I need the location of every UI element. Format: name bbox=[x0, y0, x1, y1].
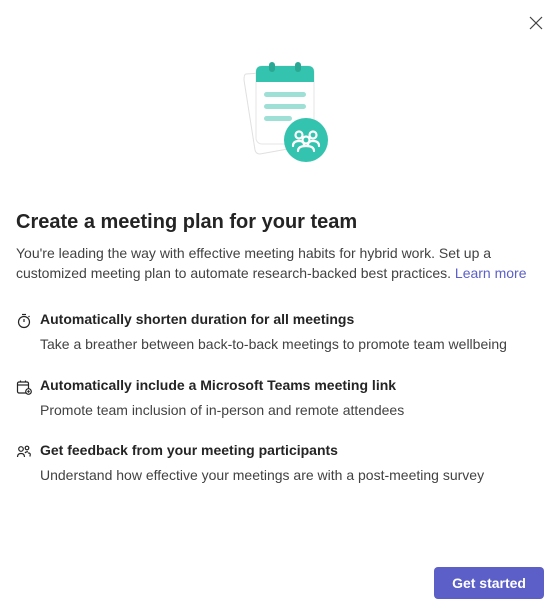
feature-item-teams-link: Automatically include a Microsoft Teams … bbox=[16, 377, 544, 421]
calendar-team-icon bbox=[224, 60, 336, 175]
dialog-content: Create a meeting plan for your team You'… bbox=[12, 211, 548, 486]
feature-body: Automatically include a Microsoft Teams … bbox=[40, 377, 544, 421]
feature-desc: Take a breather between back-to-back mee… bbox=[40, 335, 544, 355]
feature-desc: Promote team inclusion of in-person and … bbox=[40, 401, 544, 421]
close-icon bbox=[529, 16, 543, 33]
feature-body: Get feedback from your meeting participa… bbox=[40, 442, 544, 486]
feature-title: Automatically shorten duration for all m… bbox=[40, 311, 544, 327]
timer-icon bbox=[16, 313, 32, 329]
dialog-footer: Get started bbox=[434, 567, 544, 599]
feature-desc: Understand how effective your meetings a… bbox=[40, 466, 544, 486]
close-button[interactable] bbox=[526, 14, 546, 34]
feature-item-feedback: Get feedback from your meeting participa… bbox=[16, 442, 544, 486]
dialog-title: Create a meeting plan for your team bbox=[16, 211, 544, 234]
feature-title: Automatically include a Microsoft Teams … bbox=[40, 377, 544, 393]
calendar-link-icon bbox=[16, 379, 32, 395]
feature-item-shorten: Automatically shorten duration for all m… bbox=[16, 311, 544, 355]
get-started-button[interactable]: Get started bbox=[434, 567, 544, 599]
dialog-subtitle: You're leading the way with effective me… bbox=[16, 244, 544, 283]
feature-title: Get feedback from your meeting participa… bbox=[40, 442, 544, 458]
people-feedback-icon bbox=[16, 444, 32, 460]
learn-more-link[interactable]: Learn more bbox=[455, 265, 527, 281]
illustration-wrap bbox=[12, 60, 548, 175]
subtitle-text: You're leading the way with effective me… bbox=[16, 245, 491, 281]
feature-body: Automatically shorten duration for all m… bbox=[40, 311, 544, 355]
